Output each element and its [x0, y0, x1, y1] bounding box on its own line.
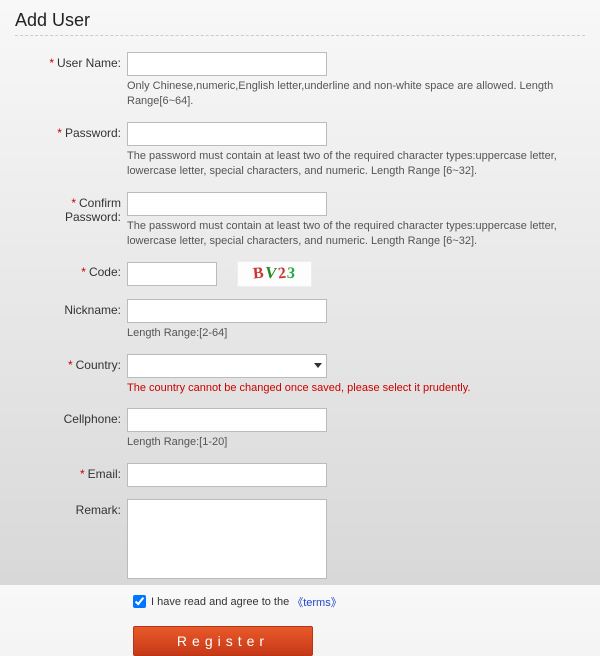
nickname-input[interactable] — [127, 299, 327, 323]
register-button[interactable]: Register — [133, 626, 313, 656]
nickname-row: Nickname: Length Range:[2-64] — [15, 299, 585, 341]
chevron-down-icon — [314, 363, 322, 368]
captcha-image[interactable]: BV23 — [237, 261, 312, 287]
code-label: *Code: — [15, 261, 127, 279]
required-asterisk: * — [71, 196, 76, 210]
page-title: Add User — [15, 10, 585, 36]
required-asterisk: * — [68, 358, 73, 372]
cellphone-hint: Length Range:[1-20] — [127, 435, 567, 450]
password-input[interactable] — [127, 122, 327, 146]
terms-link[interactable]: 《terms》 — [292, 594, 342, 610]
nickname-hint: Length Range:[2-64] — [127, 326, 567, 341]
code-input[interactable] — [127, 262, 217, 286]
username-input[interactable] — [127, 52, 327, 76]
terms-checkbox[interactable] — [133, 595, 146, 608]
confirm-password-row: *Confirm Password: The password must con… — [15, 192, 585, 250]
username-row: *User Name: Only Chinese,numeric,English… — [15, 52, 585, 110]
terms-row: I have read and agree to the 《terms》 — [133, 594, 585, 610]
remark-textarea[interactable] — [127, 499, 327, 579]
confirm-password-input[interactable] — [127, 192, 327, 216]
username-label: *User Name: — [15, 52, 127, 70]
email-label: *Email: — [15, 463, 127, 481]
cellphone-row: Cellphone: Length Range:[1-20] — [15, 408, 585, 450]
code-row: *Code: BV23 — [15, 261, 585, 287]
password-label: *Password: — [15, 122, 127, 140]
nickname-label: Nickname: — [15, 299, 127, 317]
password-row: *Password: The password must contain at … — [15, 122, 585, 180]
required-asterisk: * — [81, 265, 86, 279]
confirm-password-label: *Confirm Password: — [15, 192, 127, 224]
required-asterisk: * — [57, 126, 62, 140]
remark-label: Remark: — [15, 499, 127, 517]
country-select[interactable] — [127, 354, 327, 378]
remark-row: Remark: — [15, 499, 585, 582]
country-row: *Country: The country cannot be changed … — [15, 354, 585, 396]
email-input[interactable] — [127, 463, 327, 487]
username-hint: Only Chinese,numeric,English letter,unde… — [127, 79, 567, 110]
country-label: *Country: — [15, 354, 127, 372]
email-row: *Email: — [15, 463, 585, 487]
password-hint: The password must contain at least two o… — [127, 149, 567, 180]
country-hint: The country cannot be changed once saved… — [127, 381, 567, 396]
terms-text: I have read and agree to the — [151, 596, 289, 608]
required-asterisk: * — [80, 467, 85, 481]
cellphone-label: Cellphone: — [15, 408, 127, 426]
required-asterisk: * — [49, 56, 54, 70]
confirm-password-hint: The password must contain at least two o… — [127, 219, 567, 250]
cellphone-input[interactable] — [127, 408, 327, 432]
